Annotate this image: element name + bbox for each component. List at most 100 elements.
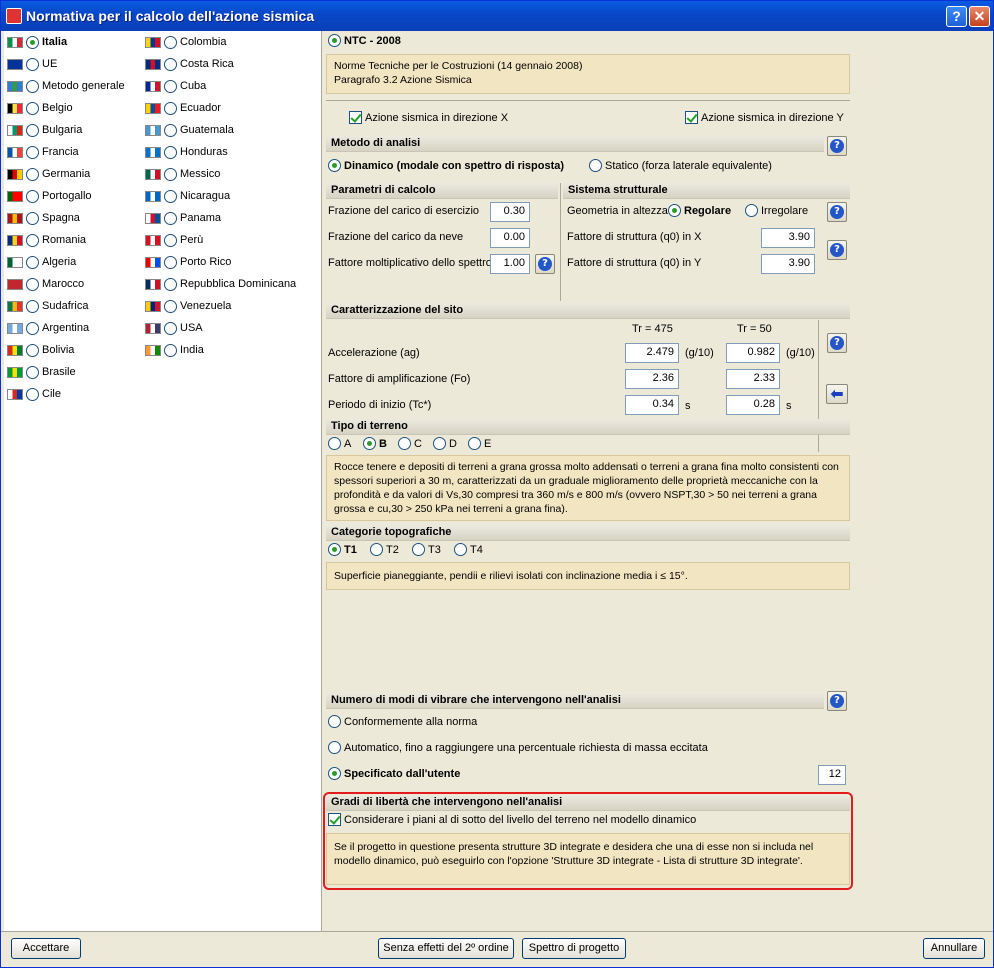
topo-radio[interactable] bbox=[412, 543, 425, 556]
country-option-repubblica-dominicana[interactable]: Repubblica Dominicana bbox=[145, 274, 296, 294]
senza-effetti-button[interactable]: Senza effetti del 2º ordine bbox=[378, 938, 514, 959]
country-radio[interactable] bbox=[26, 387, 39, 401]
topo-option-t1[interactable]: T1 bbox=[328, 543, 357, 556]
country-option-romania[interactable]: Romania bbox=[7, 230, 86, 250]
country-radio[interactable] bbox=[164, 255, 177, 269]
country-radio[interactable] bbox=[164, 299, 177, 313]
modi-utente-radio[interactable] bbox=[328, 767, 341, 780]
fo50-input[interactable]: 2.33 bbox=[726, 369, 780, 389]
country-option-marocco[interactable]: Marocco bbox=[7, 274, 84, 294]
country-radio[interactable] bbox=[164, 343, 177, 357]
country-radio[interactable] bbox=[164, 79, 177, 93]
country-option-metodo-generale[interactable]: Metodo generale bbox=[7, 76, 125, 96]
terreno-option-e[interactable]: E bbox=[468, 437, 491, 450]
country-option-argentina[interactable]: Argentina bbox=[7, 318, 89, 338]
topo-option-t3[interactable]: T3 bbox=[412, 543, 441, 556]
terreno-option-d[interactable]: D bbox=[433, 437, 457, 450]
country-radio[interactable] bbox=[26, 79, 39, 93]
accept-button[interactable]: Accettare bbox=[11, 938, 81, 959]
country-radio[interactable] bbox=[26, 321, 39, 335]
country-option-italia[interactable]: Italia bbox=[7, 32, 67, 52]
country-radio[interactable] bbox=[26, 35, 39, 49]
country-radio[interactable] bbox=[26, 299, 39, 313]
country-option-brasile[interactable]: Brasile bbox=[7, 362, 76, 382]
fattore-help-button[interactable]: ? bbox=[827, 240, 847, 260]
direction-x-checkbox[interactable] bbox=[349, 111, 362, 124]
acc50-input[interactable]: 0.982 bbox=[726, 343, 780, 363]
esercizio-input[interactable]: 0.30 bbox=[490, 202, 530, 222]
regolare-radio[interactable] bbox=[668, 204, 681, 217]
topo-radio[interactable] bbox=[328, 543, 341, 556]
statico-radio[interactable] bbox=[589, 159, 602, 172]
country-radio[interactable] bbox=[26, 145, 39, 159]
modi-auto-radio[interactable] bbox=[328, 741, 341, 754]
neve-input[interactable]: 0.00 bbox=[490, 228, 530, 248]
modi-count-input[interactable]: 12 bbox=[818, 765, 846, 785]
help-title-button[interactable]: ? bbox=[946, 6, 967, 27]
country-radio[interactable] bbox=[164, 211, 177, 225]
norm-radio[interactable] bbox=[328, 34, 341, 47]
direction-y-checkbox[interactable] bbox=[685, 111, 698, 124]
country-radio[interactable] bbox=[26, 189, 39, 203]
country-option-germania[interactable]: Germania bbox=[7, 164, 90, 184]
terreno-radio[interactable] bbox=[328, 437, 341, 450]
topo-option-t2[interactable]: T2 bbox=[370, 543, 399, 556]
terreno-option-b[interactable]: B bbox=[363, 437, 387, 450]
terreno-radio[interactable] bbox=[363, 437, 376, 450]
parametri-help-button[interactable]: ? bbox=[535, 254, 555, 274]
country-radio[interactable] bbox=[164, 321, 177, 335]
country-option-messico[interactable]: Messico bbox=[145, 164, 220, 184]
fo475-input[interactable]: 2.36 bbox=[625, 369, 679, 389]
topo-radio[interactable] bbox=[454, 543, 467, 556]
irregolare-option[interactable]: Irregolare bbox=[745, 204, 808, 217]
country-option-porto-rico[interactable]: Porto Rico bbox=[145, 252, 231, 272]
country-option-india[interactable]: India bbox=[145, 340, 204, 360]
country-option-portogallo[interactable]: Portogallo bbox=[7, 186, 92, 206]
country-radio[interactable] bbox=[26, 123, 39, 137]
metodo-dinamico-option[interactable]: Dinamico (modale con spettro di risposta… bbox=[328, 159, 564, 172]
direction-y-option[interactable]: Azione sismica in direzione Y bbox=[685, 111, 844, 124]
tc475-input[interactable]: 0.34 bbox=[625, 395, 679, 415]
cancel-button[interactable]: Annullare bbox=[923, 938, 985, 959]
irregolare-radio[interactable] bbox=[745, 204, 758, 217]
topo-radio[interactable] bbox=[370, 543, 383, 556]
modi-norma-radio[interactable] bbox=[328, 715, 341, 728]
sito-help-button[interactable]: ? bbox=[827, 333, 847, 353]
country-radio[interactable] bbox=[164, 189, 177, 203]
terreno-radio[interactable] bbox=[433, 437, 446, 450]
country-option-venezuela[interactable]: Venezuela bbox=[145, 296, 231, 316]
country-option-usa[interactable]: USA bbox=[145, 318, 203, 338]
country-option-algeria[interactable]: Algeria bbox=[7, 252, 76, 272]
terreno-radio[interactable] bbox=[468, 437, 481, 450]
country-radio[interactable] bbox=[26, 211, 39, 225]
country-radio[interactable] bbox=[26, 277, 39, 291]
topo-option-t4[interactable]: T4 bbox=[454, 543, 483, 556]
country-option-bulgaria[interactable]: Bulgaria bbox=[7, 120, 82, 140]
country-radio[interactable] bbox=[164, 167, 177, 181]
country-option-sudafrica[interactable]: Sudafrica bbox=[7, 296, 88, 316]
country-radio[interactable] bbox=[26, 233, 39, 247]
country-option-cile[interactable]: Cile bbox=[7, 384, 61, 404]
modi-norma-option[interactable]: Conformemente alla norma bbox=[328, 715, 477, 728]
country-radio[interactable] bbox=[164, 101, 177, 115]
modi-auto-option[interactable]: Automatico, fino a raggiungere una perce… bbox=[328, 741, 708, 754]
acc475-input[interactable]: 2.479 bbox=[625, 343, 679, 363]
geometria-help-button[interactable]: ? bbox=[827, 202, 847, 222]
terreno-option-a[interactable]: A bbox=[328, 437, 351, 450]
country-radio[interactable] bbox=[164, 35, 177, 49]
terreno-option-c[interactable]: C bbox=[398, 437, 422, 450]
country-radio[interactable] bbox=[164, 145, 177, 159]
qy-input[interactable]: 3.90 bbox=[761, 254, 815, 274]
regolare-option[interactable]: Regolare bbox=[668, 204, 731, 217]
country-option-honduras[interactable]: Honduras bbox=[145, 142, 228, 162]
country-option-guatemala[interactable]: Guatemala bbox=[145, 120, 234, 140]
terreno-radio[interactable] bbox=[398, 437, 411, 450]
country-option-colombia[interactable]: Colombia bbox=[145, 32, 226, 52]
country-option-costa-rica[interactable]: Costa Rica bbox=[145, 54, 234, 74]
country-radio[interactable] bbox=[26, 167, 39, 181]
dinamico-radio[interactable] bbox=[328, 159, 341, 172]
country-radio[interactable] bbox=[26, 255, 39, 269]
country-radio[interactable] bbox=[26, 101, 39, 115]
spettro-button[interactable]: Spettro di progetto bbox=[522, 938, 626, 959]
close-button[interactable]: ✕ bbox=[969, 6, 990, 27]
